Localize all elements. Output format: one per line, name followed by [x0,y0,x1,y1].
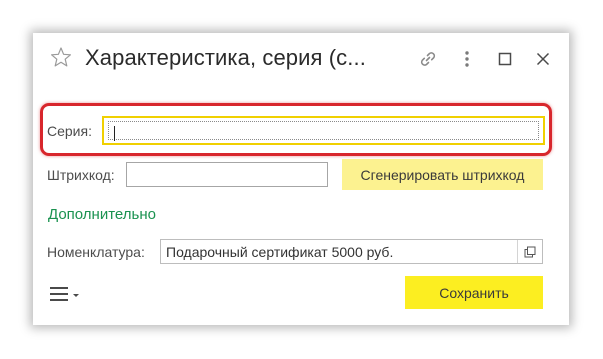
more-vertical-icon[interactable] [456,48,478,70]
characteristic-window: Характеристика, серия (с... Серия: Штрих… [33,33,569,325]
barcode-input[interactable] [126,162,328,187]
star-icon[interactable] [50,46,72,68]
series-label: Серия: [47,123,92,139]
series-input[interactable] [102,116,545,145]
barcode-label: Штрихкод: [47,167,115,183]
generate-barcode-button[interactable]: Сгенерировать штрихкод [342,159,543,190]
save-button[interactable]: Сохранить [405,276,543,309]
hamburger-menu-icon[interactable] [50,285,84,303]
additional-section-title[interactable]: Дополнительно [48,206,156,223]
nomenclature-label: Номенклатура: [47,244,145,260]
open-item-icon[interactable] [517,240,542,263]
window-title: Характеристика, серия (с... [85,45,366,70]
maximize-icon[interactable] [494,48,516,70]
nomenclature-field[interactable]: Подарочный сертификат 5000 руб. [160,239,543,264]
text-caret [114,126,115,141]
link-icon[interactable] [417,48,439,70]
nomenclature-value: Подарочный сертификат 5000 руб. [166,244,394,260]
close-icon[interactable] [532,48,554,70]
series-input-focus-outline [108,121,539,141]
title-bar: Характеристика, серия (с... [33,33,569,87]
